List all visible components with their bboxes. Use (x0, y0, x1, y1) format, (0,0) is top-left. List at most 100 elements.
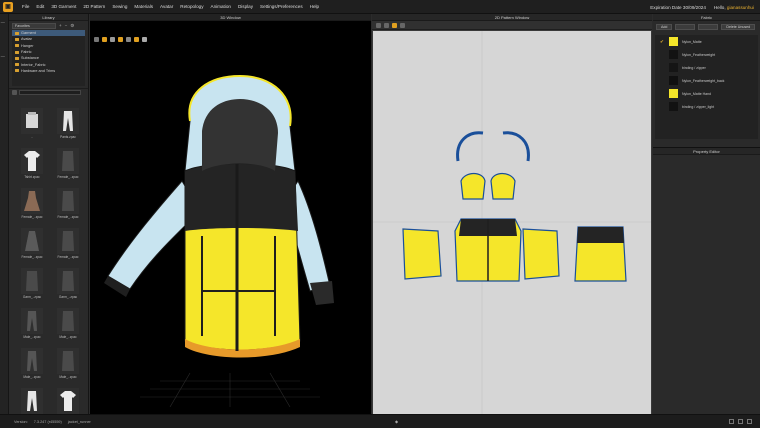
thumbnail-label: Garm_..zpac (58, 295, 78, 299)
favorites-dropdown[interactable]: Favorites (12, 22, 56, 29)
layout-icon[interactable] (729, 419, 734, 424)
library-thumbnail[interactable]: Female_..zpac (53, 148, 83, 179)
right-cuff (310, 281, 334, 305)
maximize-icon[interactable] (747, 419, 752, 424)
fabric-item[interactable]: binding / zipper (655, 61, 758, 74)
library-thumbnail[interactable]: Male_..zpac (17, 308, 47, 339)
fabric-delete-unused-button[interactable]: Delete Unused (721, 24, 756, 30)
library-thumbnail[interactable]: Female_..zpac (53, 228, 83, 259)
hood-strip-right (502, 131, 530, 162)
3d-window[interactable]: 3D Window (90, 14, 371, 414)
username: gianassunhui (726, 4, 754, 10)
fabric-title: Fabric (653, 14, 760, 21)
menu-materials[interactable]: Materials (134, 4, 153, 9)
library-thumbnail[interactable]: .. (17, 108, 47, 139)
library-thumbnail[interactable]: Garm_..zpac (53, 268, 83, 299)
menu-retopology[interactable]: Retopology (180, 4, 203, 9)
library-thumbnail[interactable]: Female_..zpac (17, 228, 47, 259)
back-yoke (577, 227, 624, 243)
thumbnail-label: Female_..zpac (57, 255, 79, 259)
garment-thumbnail-icon (21, 388, 43, 414)
check-icon: ✔ (660, 38, 664, 44)
2d-toolbar (372, 21, 652, 30)
thumbnail-label: Female_..zpac (57, 175, 79, 179)
garment-thumbnail-icon (57, 188, 79, 214)
garment-thumbnail-icon (57, 268, 79, 294)
garment-thumbnail-icon (57, 388, 79, 414)
menu-sewing[interactable]: Sewing (112, 4, 127, 9)
sleeve-piece-left (402, 228, 442, 280)
menu-edit[interactable]: Edit (36, 4, 44, 9)
garment-thumbnail-icon (21, 268, 43, 294)
settings-icon[interactable]: ⚙ (70, 23, 74, 29)
menu-animation[interactable]: Animation (211, 4, 231, 9)
library-thumbnails: .. Pants.zpac Tshirt.zpac Female_..zpac Fema… (17, 108, 83, 419)
garment-thumbnail-icon (57, 148, 79, 174)
fabric-tool-button[interactable] (675, 24, 696, 30)
fabric-name: binding / zipper (682, 65, 706, 70)
menu-settings-preferences[interactable]: Settings/Preferences (260, 4, 303, 9)
property-editor: Property Editor (653, 147, 760, 414)
library-thumbnail[interactable]: Male_..zpac (17, 348, 47, 379)
create-pattern-icon[interactable] (392, 22, 397, 28)
segment-sewing-icon[interactable] (400, 22, 405, 28)
library-thumbnail[interactable]: Garm_..zpac (17, 268, 47, 299)
library-thumbnail[interactable]: Female_..zpac (17, 188, 47, 219)
edit-pattern-icon[interactable] (384, 22, 389, 28)
shoulder-yoke (185, 163, 298, 231)
menu-file[interactable]: File (22, 4, 29, 9)
favorite-label: Avatar (21, 37, 32, 42)
garment-thumbnail-icon (21, 348, 43, 374)
transform-pattern-icon[interactable] (376, 22, 381, 28)
menu-help[interactable]: Help (310, 4, 319, 9)
fabric-item[interactable]: Nylon_Featherweight (655, 48, 758, 61)
thumbnail-label: Female_..zpac (21, 255, 43, 259)
garment-thumbnail-icon (21, 148, 43, 174)
fabric-swatch (669, 76, 678, 85)
garment-thumbnail-icon (57, 308, 79, 334)
pattern-board[interactable] (373, 31, 651, 414)
remove-favorite-icon[interactable]: − (65, 23, 68, 28)
library-thumbnail[interactable]: Pants.zpac (53, 108, 83, 139)
menu-3d-garment[interactable]: 3D Garment (51, 4, 76, 9)
fabric-buttons: Add Delete Unused (653, 21, 760, 33)
menu-display[interactable]: Display (238, 4, 253, 9)
library-thumbnail[interactable]: Male_..zpac (53, 348, 83, 379)
window-icon[interactable] (738, 419, 743, 424)
fabric-swatch (669, 50, 678, 59)
add-favorite-icon[interactable]: + (59, 23, 62, 28)
side-tab-1[interactable]: ▏ (1, 20, 5, 23)
garment-thumbnail-icon (57, 228, 79, 254)
thumbnail-label: Male_..zpac (59, 335, 77, 339)
library-thumbnail[interactable]: Male_..zpac (53, 308, 83, 339)
library-toolbar: Favorites + − ⚙ (9, 21, 88, 30)
menu-2d-pattern[interactable]: 2D Pattern (83, 4, 105, 9)
thumbnail-label: Pants.zpac (60, 135, 76, 139)
fabric-list: ✔ Nylon_Matte Nylon_Featherweightbinding /… (655, 35, 758, 139)
fabric-swatch (669, 89, 678, 98)
back-icon[interactable] (12, 90, 17, 95)
library-thumbnail[interactable]: Tshirt.zpac (17, 148, 47, 179)
logo-icon[interactable]: ▣ (3, 1, 13, 12)
library-thumbnail[interactable]: Female_..zpac (53, 188, 83, 219)
folder-icon (15, 37, 19, 41)
garment-thumbnail-icon (21, 308, 43, 334)
user-greeting[interactable]: Hello, gianassunhui (714, 5, 754, 10)
fabric-add-button[interactable]: Add (656, 24, 673, 30)
path-field[interactable] (19, 90, 81, 95)
favorite-item[interactable]: Hardware and Trims (12, 68, 85, 74)
status-bar: Version: 7.3.247 (r45559) jacket_runner … (0, 414, 760, 428)
2d-pattern-window[interactable]: 2D Pattern Window (372, 14, 652, 414)
menu-avatar[interactable]: Avatar (160, 4, 173, 9)
fabric-item[interactable]: ✔ Nylon_Matte (655, 35, 758, 48)
library-title: Library (9, 14, 88, 21)
fabric-item[interactable]: binding / zipper_light (655, 100, 758, 113)
fabric-item[interactable]: Nylon_Featherweight_back (655, 74, 758, 87)
folder-icon (15, 69, 19, 73)
thumbnail-label: Female_..zpac (57, 215, 79, 219)
side-tab-2[interactable]: ▏ (1, 54, 5, 57)
thumbnail-label: .. (31, 135, 33, 139)
fabric-tool-button[interactable] (698, 24, 719, 30)
fabric-item[interactable]: Nylon_Matte Hand (655, 87, 758, 100)
folder-icon (15, 44, 19, 48)
